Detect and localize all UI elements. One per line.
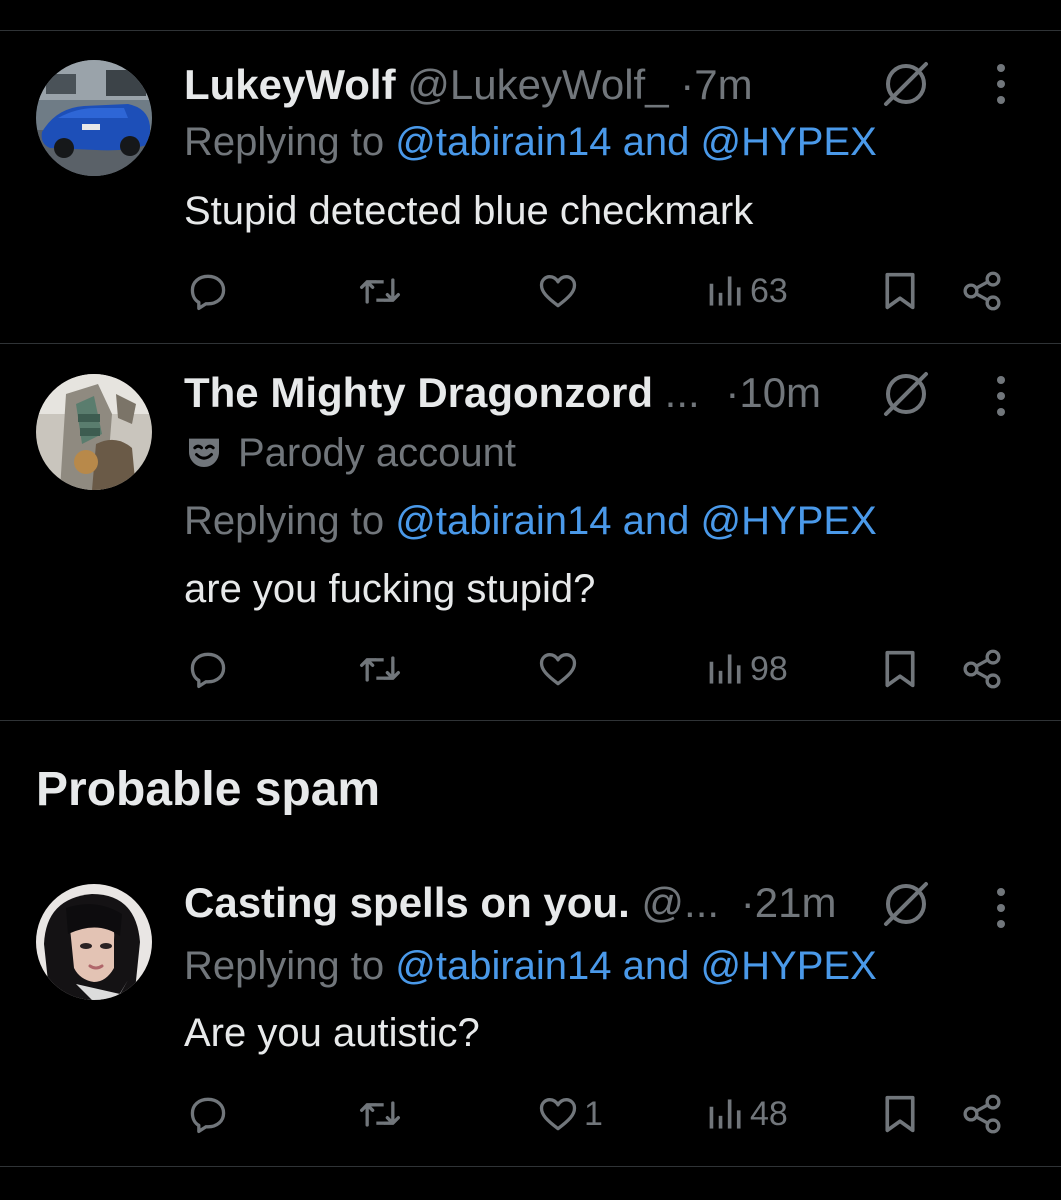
reply-context: Replying to @tabirain14 and @HYPEX [184, 496, 877, 546]
more-icon[interactable] [985, 56, 1017, 112]
share-icon [963, 271, 1001, 311]
separator-dot: · [740, 879, 755, 926]
share-button[interactable] [960, 263, 1004, 319]
views-icon [709, 276, 741, 306]
mention-link[interactable]: @HYPEX [701, 499, 877, 543]
share-button[interactable] [960, 641, 1004, 697]
reply-prefix: Replying to [184, 499, 385, 543]
action-bar: 1 48 [0, 1086, 1061, 1142]
retweet-button[interactable] [356, 1086, 404, 1142]
tweet-header: LukeyWolf @LukeyWolf_ ·7m [184, 60, 753, 110]
bookmark-button[interactable] [880, 1086, 920, 1142]
slashed-circle-icon[interactable] [878, 56, 934, 112]
mention-link[interactable]: @HYPEX [701, 120, 877, 164]
share-button[interactable] [960, 1086, 1004, 1142]
mention-link[interactable]: @HYPEX [701, 944, 877, 988]
bookmark-icon [885, 1095, 915, 1133]
display-name[interactable]: The Mighty Dragonzord [184, 369, 653, 416]
slashed-circle-icon[interactable] [878, 876, 934, 932]
like-button[interactable]: 1 [536, 1086, 603, 1142]
views-button[interactable]: 98 [706, 641, 788, 697]
display-name[interactable]: Casting spells on you. [184, 879, 630, 926]
like-button[interactable] [536, 263, 584, 319]
mention-link[interactable]: @tabirain14 [395, 944, 611, 988]
reply-icon [190, 1097, 226, 1134]
views-button[interactable]: 48 [706, 1086, 788, 1142]
heart-icon [539, 653, 577, 686]
handle[interactable]: @... [641, 879, 719, 926]
reply-icon [190, 652, 226, 689]
tweet-header: The Mighty Dragonzord ... ·10m [184, 368, 821, 418]
retweet-button[interactable] [356, 641, 404, 697]
separator-dot: · [725, 369, 740, 416]
tweet[interactable]: The Mighty Dragonzord ... ·10m Parody ac… [0, 368, 1061, 718]
mention-and[interactable]: and [623, 120, 690, 164]
display-name[interactable]: LukeyWolf [184, 61, 396, 108]
bookmark-button[interactable] [880, 263, 920, 319]
action-bar: 98 [0, 641, 1061, 697]
section-title: Probable spam [36, 763, 381, 816]
reply-icon [190, 274, 226, 311]
more-icon[interactable] [985, 880, 1017, 936]
avatar[interactable] [36, 884, 152, 1000]
like-button[interactable] [536, 641, 584, 697]
heart-icon [539, 275, 577, 308]
avatar[interactable] [36, 60, 152, 176]
bookmark-button[interactable] [880, 641, 920, 697]
tweet-text: are you fucking stupid? [184, 567, 596, 611]
divider [0, 1166, 1061, 1167]
like-count: 1 [584, 1094, 603, 1133]
action-bar: 63 [0, 263, 1061, 319]
mask-icon [189, 438, 219, 467]
reply-button[interactable] [186, 1086, 230, 1142]
reply-prefix: Replying to [184, 944, 385, 988]
share-icon [963, 649, 1001, 689]
mention-and[interactable]: and [623, 944, 690, 988]
mention-and[interactable]: and [623, 499, 690, 543]
separator-dot: · [680, 61, 695, 108]
divider [0, 343, 1061, 344]
timestamp[interactable]: 10m [739, 369, 821, 416]
retweet-button[interactable] [356, 263, 404, 319]
views-count: 98 [750, 649, 788, 688]
tweet-text: Are you autistic? [184, 1011, 480, 1055]
views-button[interactable]: 63 [706, 263, 788, 319]
divider [0, 720, 1061, 721]
reply-button[interactable] [186, 641, 230, 697]
tweet[interactable]: LukeyWolf @LukeyWolf_ ·7m Replying to @t… [0, 60, 1061, 343]
timestamp[interactable]: 21m [755, 879, 837, 926]
bookmark-icon [885, 650, 915, 688]
heart-icon [539, 1098, 577, 1131]
views-icon [709, 654, 741, 684]
reply-button[interactable] [186, 263, 230, 319]
views-count: 48 [750, 1094, 788, 1133]
share-icon [963, 1094, 1001, 1134]
divider [0, 30, 1061, 31]
parody-label-text: Parody account [238, 431, 516, 475]
retweet-icon [360, 1101, 400, 1127]
parody-label: Parody account [184, 428, 516, 478]
reply-prefix: Replying to [184, 120, 385, 164]
timestamp[interactable]: 7m [694, 61, 752, 108]
name-truncation: ... [664, 369, 700, 416]
more-icon[interactable] [985, 368, 1017, 424]
views-icon [709, 1099, 741, 1129]
mention-link[interactable]: @tabirain14 [395, 120, 611, 164]
handle[interactable]: @LukeyWolf_ [407, 61, 668, 108]
avatar[interactable] [36, 374, 152, 490]
retweet-icon [360, 278, 400, 304]
bookmark-icon [885, 272, 915, 310]
reply-context: Replying to @tabirain14 and @HYPEX [184, 117, 877, 167]
reply-context: Replying to @tabirain14 and @HYPEX [184, 941, 877, 991]
tweet[interactable]: Casting spells on you. @... ·21m Replyin… [0, 878, 1061, 1168]
retweet-icon [360, 656, 400, 682]
views-count: 63 [750, 271, 788, 310]
tweet-header: Casting spells on you. @... ·21m [184, 878, 836, 928]
slashed-circle-icon[interactable] [878, 366, 934, 422]
mention-link[interactable]: @tabirain14 [395, 499, 611, 543]
tweet-text: Stupid detected blue checkmark [184, 189, 754, 233]
